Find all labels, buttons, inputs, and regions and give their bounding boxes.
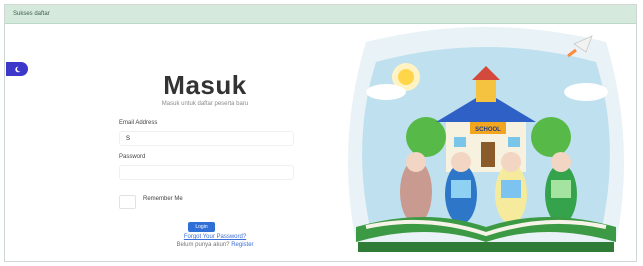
page-subtitle: Masuk untuk daftar peserta baru	[161, 101, 249, 107]
login-button[interactable]: Login	[188, 222, 215, 232]
email-label: Email Address	[119, 120, 158, 126]
remember-me-checkbox[interactable]	[119, 195, 136, 209]
register-link[interactable]: Register	[231, 242, 253, 248]
forgot-password-link[interactable]: Forgot Your Password?	[120, 234, 310, 240]
theme-toggle-button[interactable]	[6, 62, 28, 76]
alert-message: Sukses daftar	[13, 11, 50, 17]
moon-icon	[14, 66, 20, 72]
email-value: S	[126, 136, 131, 142]
remember-me-label: Remember Me	[143, 196, 183, 202]
register-prompt-text: Belum punya akun?	[176, 242, 230, 248]
school-illustration: SCHOOL	[348, 27, 624, 252]
email-field[interactable]: S	[119, 131, 294, 146]
password-field[interactable]	[119, 165, 294, 180]
register-prompt: Belum punya akun? Register	[120, 242, 310, 248]
page-title: Masuk	[163, 70, 247, 100]
school-sign: SCHOOL	[475, 127, 501, 133]
password-label: Password	[119, 154, 146, 160]
